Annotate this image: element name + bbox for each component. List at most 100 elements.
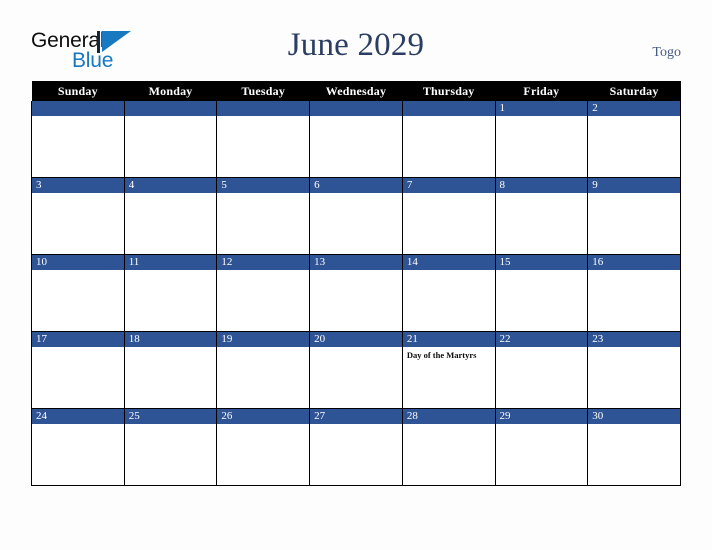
day-number: [402, 101, 495, 116]
day-number: 27: [310, 409, 402, 424]
weekday-header-thursday: Thursday: [402, 81, 496, 101]
day-number: 24: [32, 409, 124, 424]
day-cell-body: Day of the Martyrs: [403, 347, 495, 408]
day-cell-body: [32, 193, 124, 254]
day-number: 5: [217, 178, 310, 193]
calendar-day-cell[interactable]: 25: [123, 408, 218, 486]
day-number: 11: [124, 255, 217, 270]
day-cell-body: [496, 116, 588, 177]
day-cell-body: [588, 116, 680, 177]
calendar-day-cell[interactable]: 29: [494, 408, 589, 486]
day-number: 2: [588, 101, 680, 116]
calendar-day-cell[interactable]: 8: [494, 177, 589, 255]
calendar-week-row: 3456789: [31, 177, 681, 255]
calendar-week-row: 10 11 12 13 14 15 16: [31, 254, 681, 332]
day-number: 1: [495, 101, 588, 116]
day-number: 23: [588, 332, 680, 347]
day-number: 29: [495, 409, 588, 424]
calendar-day-cell[interactable]: 20: [309, 331, 403, 409]
day-number: 30: [588, 409, 680, 424]
calendar-day-cell[interactable]: 18: [123, 331, 218, 409]
day-number: 15: [495, 255, 588, 270]
day-cell-body: [217, 116, 309, 177]
calendar-day-cell[interactable]: 22: [494, 331, 589, 409]
day-cell-body: [403, 116, 495, 177]
day-number: 14: [402, 255, 495, 270]
weekday-header-tuesday: Tuesday: [216, 81, 310, 101]
calendar-day-cell[interactable]: 14: [401, 254, 496, 332]
holiday-label: Day of the Martyrs: [406, 350, 477, 360]
day-cell-body: [403, 193, 495, 254]
calendar-day-cell[interactable]: 5: [216, 177, 311, 255]
day-number: 4: [124, 178, 217, 193]
calendar-day-cell[interactable]: 19: [216, 331, 311, 409]
day-cell-body: [588, 193, 680, 254]
calendar-day-cell[interactable]: 6: [309, 177, 403, 255]
calendar-day-cell[interactable]: 21 Day of the Martyrs: [401, 331, 496, 409]
calendar-week-row: 24 25 26 27 28 29 30: [31, 408, 681, 486]
day-cell-body: [496, 424, 588, 485]
weekday-header-sunday: Sunday: [31, 81, 125, 101]
day-number: [32, 101, 124, 116]
calendar-day-cell[interactable]: 1: [494, 101, 589, 178]
calendar-day-cell[interactable]: [31, 101, 125, 178]
calendar-week-row: 12: [31, 101, 681, 178]
calendar-day-cell[interactable]: 15: [494, 254, 589, 332]
day-number: 13: [310, 255, 402, 270]
day-cell-body: [125, 270, 217, 331]
day-cell-body: [496, 347, 588, 408]
day-number: 10: [32, 255, 124, 270]
day-cell-body: [32, 424, 124, 485]
calendar-day-cell[interactable]: 3: [31, 177, 125, 255]
day-number: [217, 101, 310, 116]
calendar-day-cell[interactable]: 7: [401, 177, 496, 255]
day-cell-body: [588, 270, 680, 331]
day-cell-body: [217, 193, 309, 254]
calendar-day-cell[interactable]: [401, 101, 496, 178]
day-number: 12: [217, 255, 310, 270]
calendar-day-cell[interactable]: 9: [587, 177, 681, 255]
weekday-header-monday: Monday: [124, 81, 217, 101]
day-cell-body: [403, 270, 495, 331]
calendar-day-cell[interactable]: 16: [587, 254, 681, 332]
day-number: 22: [495, 332, 588, 347]
calendar-day-cell[interactable]: 4: [123, 177, 218, 255]
page-title: June 2029: [287, 27, 425, 63]
day-number: [124, 101, 217, 116]
day-number: 7: [402, 178, 495, 193]
calendar-day-cell[interactable]: 28: [401, 408, 496, 486]
calendar-day-cell[interactable]: 12: [216, 254, 311, 332]
country-label: Togo: [652, 45, 681, 60]
day-cell-body: [310, 270, 402, 331]
calendar-day-cell[interactable]: 2: [587, 101, 681, 178]
day-number: 25: [124, 409, 217, 424]
page-header: General Blue June 2029 Togo: [0, 0, 712, 81]
calendar-day-cell[interactable]: 23: [587, 331, 681, 409]
day-cell-body: [217, 424, 309, 485]
day-number: 20: [310, 332, 402, 347]
calendar-day-cell[interactable]: 27: [309, 408, 403, 486]
day-number: 6: [310, 178, 402, 193]
day-number: 18: [124, 332, 217, 347]
day-cell-body: [588, 347, 680, 408]
day-number: 16: [588, 255, 680, 270]
calendar-day-cell[interactable]: [216, 101, 311, 178]
calendar-day-cell[interactable]: 26: [216, 408, 311, 486]
day-cell-body: [217, 270, 309, 331]
calendar-body: 1 2 3 4 5 6 7 8 9 10 11 12 13 14 15 16 17 18 19 20 21 Day of …: [31, 101, 681, 486]
calendar-day-cell[interactable]: 11: [123, 254, 218, 332]
calendar-day-cell[interactable]: 13: [309, 254, 403, 332]
weekday-header-row: Sunday Monday Tuesday Wednesday Thursday…: [31, 81, 681, 101]
day-cell-body: [310, 424, 402, 485]
calendar-day-cell[interactable]: [123, 101, 218, 178]
calendar-day-cell[interactable]: 24: [31, 408, 125, 486]
calendar-day-cell[interactable]: [309, 101, 403, 178]
day-number: 9: [588, 178, 680, 193]
calendar-day-cell[interactable]: 30: [587, 408, 681, 486]
day-cell-body: [496, 270, 588, 331]
day-cell-body: [310, 347, 402, 408]
day-number: 19: [217, 332, 310, 347]
calendar-day-cell[interactable]: 17: [31, 331, 125, 409]
day-cell-body: [496, 193, 588, 254]
calendar-day-cell[interactable]: 10: [31, 254, 125, 332]
